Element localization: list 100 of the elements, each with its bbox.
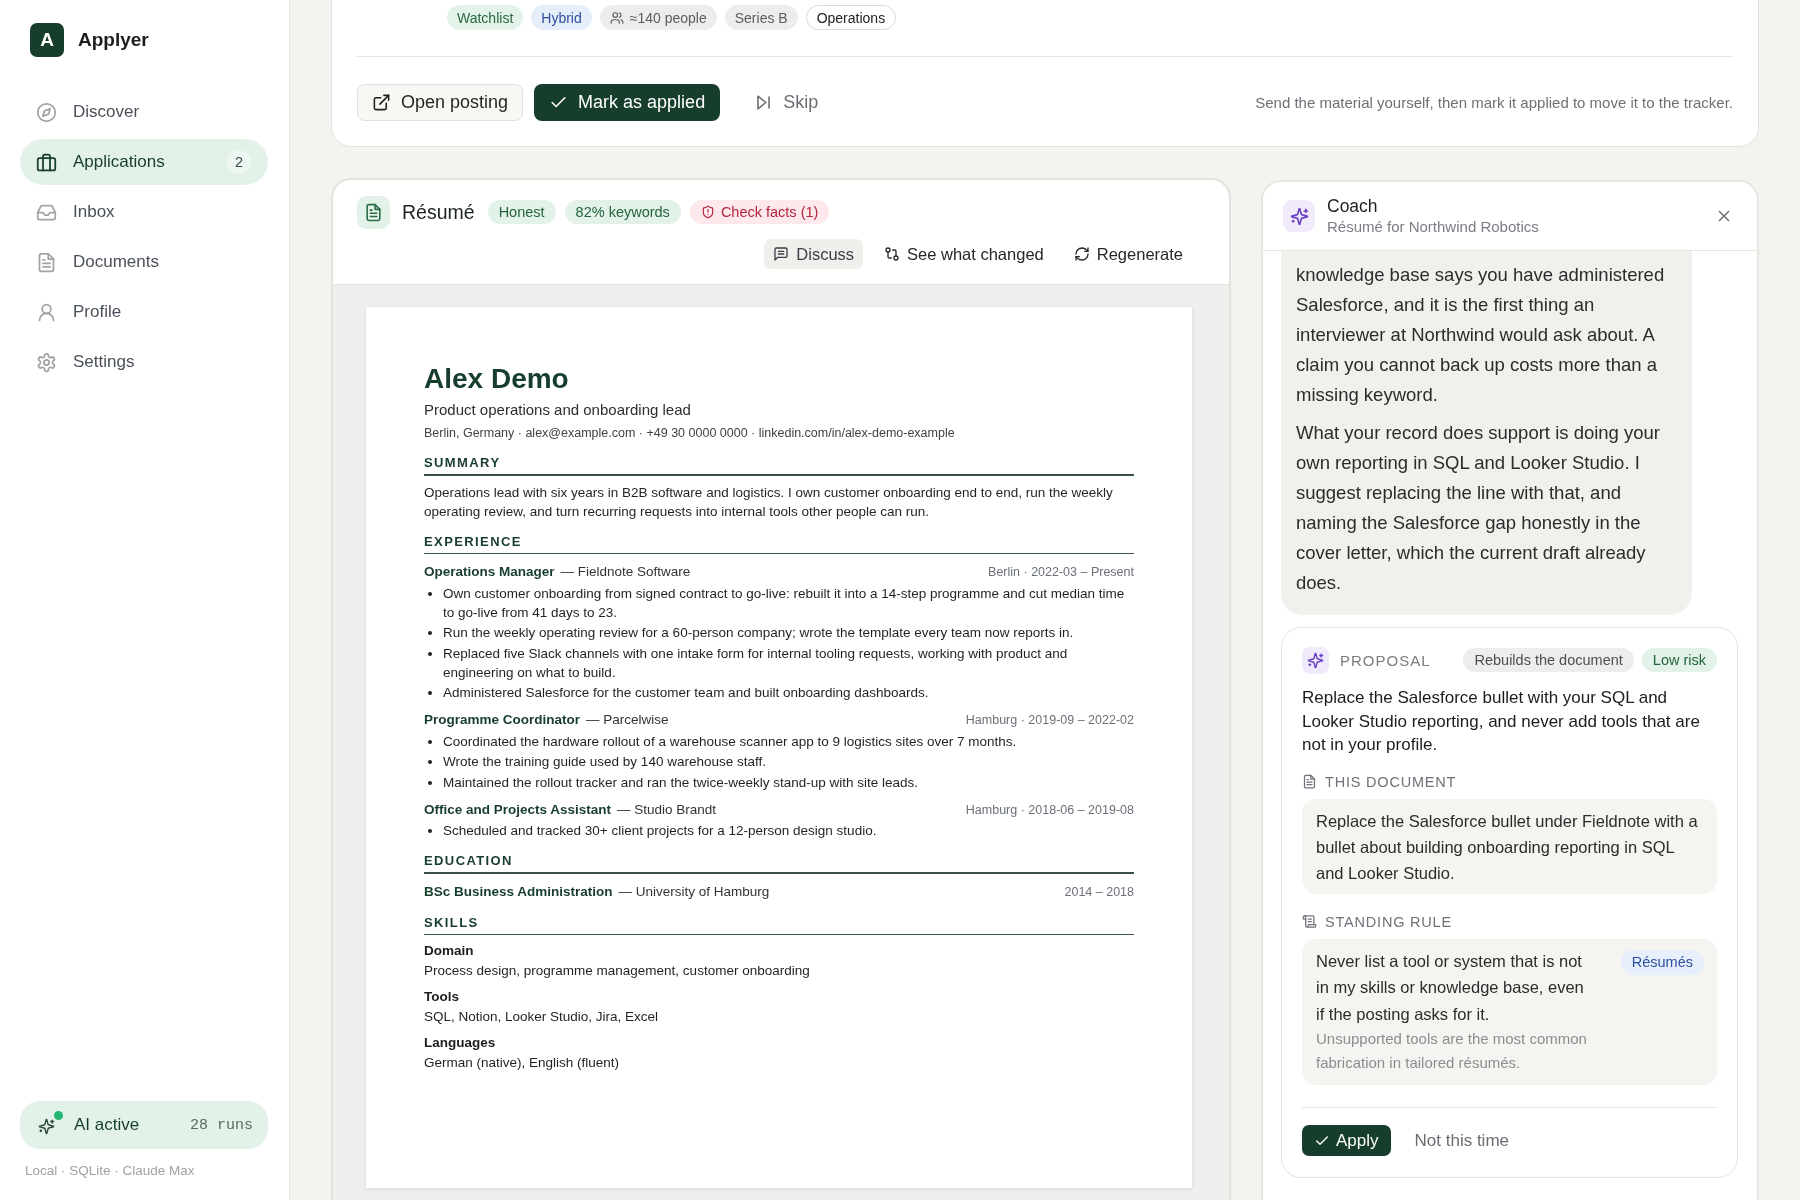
settings-icon [36, 351, 57, 373]
sparkle-icon [38, 1118, 55, 1135]
skip-button[interactable]: Skip [739, 84, 834, 121]
nav-item[interactable]: Inbox [20, 189, 268, 235]
external-link-icon [372, 93, 391, 112]
work-mode-tag: Hybrid [531, 5, 592, 30]
nav-item[interactable]: Documents [20, 239, 268, 285]
rule-text: Never list a tool or system that is not in my skills or knowledge base, even if the posting asks for it. [1316, 950, 1585, 1025]
sparkle-icon [1283, 200, 1315, 232]
message-icon [773, 246, 790, 262]
nav-item[interactable]: Discover [20, 89, 268, 135]
document-icon [36, 251, 57, 273]
panel-subtitle: Résumé for Northwind Robotics [1327, 217, 1539, 236]
skill-group-label: Domain [424, 942, 475, 960]
scroll-icon [1302, 914, 1317, 929]
bullet-icon [428, 651, 432, 656]
compare-icon [884, 246, 901, 262]
ai-status-label: AI active [74, 1115, 140, 1135]
document-icon [357, 195, 390, 229]
team-tag: Operations [805, 5, 897, 30]
count-badge: 2 [227, 150, 251, 174]
tag-label: ≈140 people [629, 9, 707, 26]
role-dates: Hamburg · 2019-09 – 2022-02 [965, 712, 1134, 729]
toolbar-button[interactable]: Discuss [764, 239, 864, 269]
role-dates: Hamburg · 2018-06 – 2019-08 [965, 801, 1134, 819]
badge-label: Check facts (1) [720, 204, 819, 220]
document-icon [1302, 774, 1317, 789]
status-tag: Watchlist [447, 5, 524, 30]
app-name: Applyer [78, 29, 149, 51]
change-scope-label: STANDING RULE [1325, 913, 1452, 930]
role-dates: Berlin · 2022-03 – Present [988, 564, 1134, 581]
role-title: Programme Coordinator [424, 711, 581, 729]
role-dates: 2014 – 2018 [1064, 883, 1134, 901]
skill-group-label: Languages [424, 1034, 497, 1052]
scope-badge: Rebuilds the document [1463, 648, 1634, 672]
role-title: BSc Business Administration [424, 882, 613, 901]
bullet-text: Own customer onboarding from signed contract to go-live: rebuilt it into a 14-step programme and cut median time to go-live from 41 days to 23. [443, 584, 1126, 622]
bullet-icon [428, 591, 432, 596]
toolbar-button[interactable]: Regenerate [1064, 239, 1192, 269]
organization: — Studio Brandt [617, 800, 717, 819]
contact-line: Berlin, Germany · alex@example.com · +49 30 0000 0000 · linkedin.com/in/alex-demo-example [424, 425, 956, 442]
section-heading: SUMMARY [424, 455, 501, 470]
bullet-text: Coordinated the hardware rollout of a warehouse scanner app to 9 logistics sites over 7 months. [443, 732, 1017, 751]
section-heading: EXPERIENCE [424, 533, 522, 549]
bullet-icon [428, 691, 432, 695]
panel-title: Résumé [402, 200, 475, 224]
change-scope-label: THIS DOCUMENT [1325, 773, 1457, 790]
toolbar-button[interactable]: See what changed [875, 239, 1053, 269]
bullet-icon [428, 760, 432, 764]
compass-icon [36, 101, 57, 123]
user-icon [36, 301, 57, 323]
open-posting-button[interactable]: Open posting [357, 84, 524, 121]
funding-stage-tag: Series B [724, 5, 798, 30]
panel-title: Coach [1327, 196, 1379, 217]
bullet-text: Scheduled and tracked 30+ client projects for a 12-person design studio. [443, 822, 877, 840]
skill-list: Process design, programme management, customer onboarding [424, 961, 1134, 980]
nav-item[interactable]: Settings [20, 339, 268, 385]
skill-group-label: Tools [424, 988, 460, 1006]
sparkle-icon [1302, 646, 1329, 674]
section-heading: SKILLS [424, 914, 479, 930]
run-count: 28 runs [190, 1116, 253, 1134]
bullet-text: Replaced five Slack channels with one intake form for internal tooling requests, working with product and engineering on what to build. [443, 644, 1069, 682]
role-title: Operations Manager [424, 563, 555, 581]
proposal-summary: Replace the Salesforce bullet with your SQL and Looker Studio reporting, and never add tools that are not in your profile. [1302, 687, 1701, 756]
change-description: Replace the Salesforce bullet under Fieldnote with a bullet about building onboarding reporting in SQL and Looker Studio. [1302, 798, 1717, 894]
footer-text: Local · SQLite · Claude Max [25, 1163, 196, 1178]
bullet-icon [428, 780, 432, 785]
people-icon [609, 10, 624, 25]
bullet-icon [428, 829, 432, 833]
organization: — University of Hamburg [618, 882, 770, 901]
bullet-text: Wrote the training guide used by 140 warehouse staff. [443, 753, 766, 771]
refresh-icon [1073, 246, 1090, 262]
message-text: What your record does support is doing your own reporting in SQL and Looker Studio. I suggest replacing the line with that, and naming the Salesforce gap honestly in the cover letter, which the current draft already does. [1296, 421, 1662, 595]
organization: — Fieldnote Software [560, 563, 691, 581]
bullet-text: Administered Salesforce for the customer team and built onboarding dashboards. [443, 684, 929, 702]
proposal-label: PROPOSAL [1340, 651, 1431, 669]
candidate-name: Alex Demo [424, 362, 570, 396]
summary-text: Operations lead with six years in B2B software and logistics. I own customer onboarding end to end, run the weekly operating review, and turn recurring requests into internal tools other people can run. [424, 483, 1114, 521]
quality-badge: Honest [487, 200, 556, 224]
apply-button[interactable]: Apply [1302, 1125, 1391, 1156]
candidate-headline: Product operations and onboarding lead [424, 400, 692, 420]
skill-list: SQL, Notion, Looker Studio, Jira, Excel [424, 1007, 1134, 1026]
skill-list: German (native), English (fluent) [424, 1053, 1134, 1072]
nav-item[interactable]: Applications 2 [20, 139, 268, 185]
bullet-text: Run the weekly operating review for a 60-person company; wrote the template every team now reports in. [443, 624, 1074, 642]
nav-item[interactable]: Profile [20, 289, 268, 335]
bullet-icon [428, 739, 432, 744]
dismiss-button[interactable]: Not this time [1402, 1125, 1521, 1156]
shield-icon [700, 205, 715, 219]
app-logo: A [30, 23, 64, 57]
rule-note: Unsupported tools are the most common fabrication in tailored résumés. [1316, 1029, 1588, 1073]
scope-tag: Résumés [1620, 949, 1704, 975]
role-title: Office and Projects Assistant [424, 800, 612, 819]
mark-applied-button[interactable]: Mark as applied [534, 84, 721, 121]
bullet-icon [428, 631, 432, 635]
risk-badge: Low risk [1641, 648, 1717, 672]
message-text: knowledge base says you have administered Salesforce, and it is the first thing an interviewer at Northwind would ask about. A claim you cannot back up costs more than a missing keyword. [1296, 263, 1666, 407]
hint-text: Send the material yourself, then mark it applied to move it to the tracker. [1255, 94, 1733, 111]
organization: — Parcelwise [586, 711, 669, 729]
quality-badge: 82% keywords [564, 200, 681, 224]
